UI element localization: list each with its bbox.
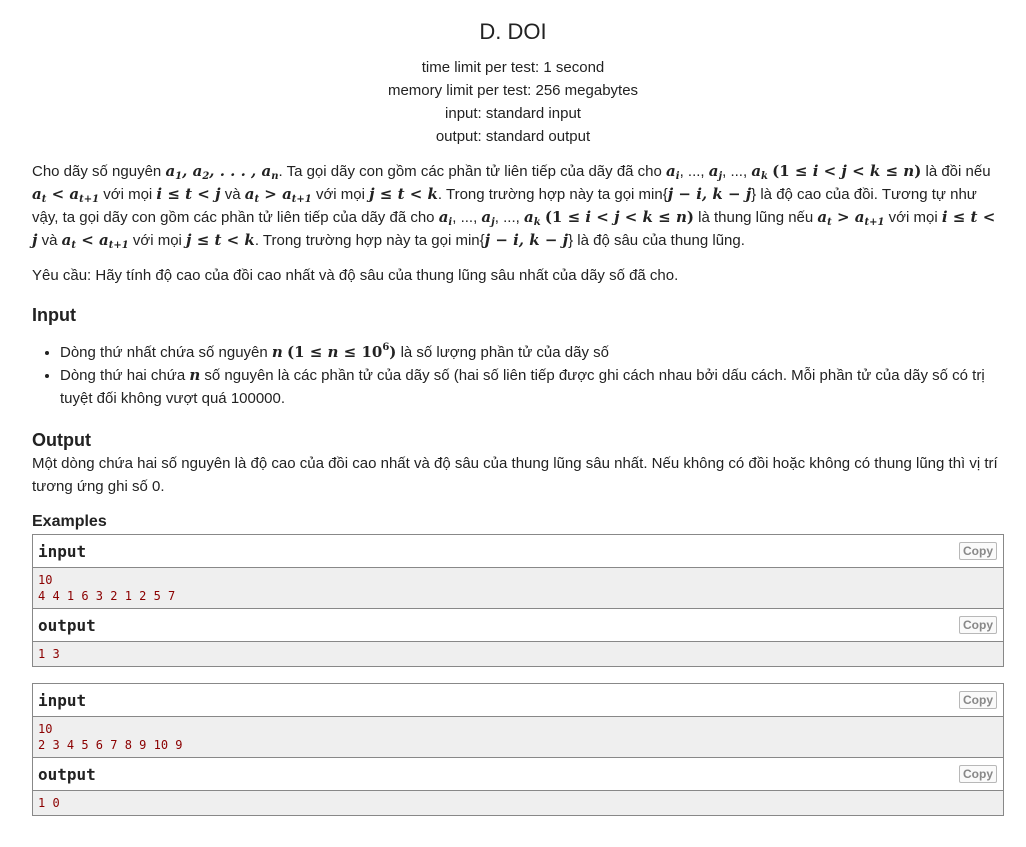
time-limit: time limit per test: 1 second bbox=[421, 59, 605, 76]
problem-content: Cho dãy số nguyên a1, a2, . . . , an. Ta… bbox=[32, 160, 1004, 816]
request-paragraph: Yêu cầu: Hãy tính độ cao của đồi cao nhấ… bbox=[32, 267, 679, 284]
sample-tests: Examples input Copy 10 4 4 1 6 3 2 1 2 5… bbox=[32, 512, 1004, 816]
example-2: input Copy 10 2 3 4 5 6 7 8 9 10 9 outpu… bbox=[32, 683, 1004, 816]
memory-limit: memory limit per test: 256 megabytes bbox=[387, 82, 639, 99]
copy-input-button[interactable]: Copy bbox=[959, 691, 997, 709]
input-label: input bbox=[38, 691, 87, 710]
input-header: input Copy bbox=[33, 684, 1003, 717]
output-label: output bbox=[38, 616, 96, 635]
input-list: Dòng thứ nhất chứa số nguyên n (1 ≤ n ≤ … bbox=[32, 341, 1000, 410]
output-header: output Copy bbox=[33, 758, 1003, 791]
problem-page: D. DOI time limit per test: 1 second mem… bbox=[0, 0, 1026, 847]
problem-header: D. DOI time limit per test: 1 second mem… bbox=[0, 0, 1026, 148]
statement-paragraph: Cho dãy số nguyên a1, a2, . . . , an. Ta… bbox=[32, 162, 996, 251]
input-label: input bbox=[38, 542, 87, 561]
sample-input: 10 2 3 4 5 6 7 8 9 10 9 bbox=[33, 717, 1003, 758]
sample-output: 1 3 bbox=[33, 642, 1003, 666]
list-item: Dòng thứ hai chứa n số nguyên là các phầ… bbox=[60, 364, 1000, 410]
input-header: input Copy bbox=[33, 535, 1003, 568]
list-item: Dòng thứ nhất chứa số nguyên n (1 ≤ n ≤ … bbox=[60, 341, 1000, 364]
problem-statement: Cho dãy số nguyên a1, a2, . . . , an. Ta… bbox=[32, 160, 1000, 287]
output-header: output Copy bbox=[33, 609, 1003, 642]
sample-output: 1 0 bbox=[33, 791, 1003, 815]
sample-input: 10 4 4 1 6 3 2 1 2 5 7 bbox=[33, 568, 1003, 609]
copy-output-button[interactable]: Copy bbox=[959, 765, 997, 783]
examples-title: Examples bbox=[32, 513, 107, 530]
output-description: Một dòng chứa hai số nguyên là độ cao củ… bbox=[32, 455, 998, 495]
output-file: output: standard output bbox=[435, 128, 591, 145]
output-label: output bbox=[38, 765, 96, 784]
input-section-title: Input bbox=[32, 305, 76, 325]
copy-input-button[interactable]: Copy bbox=[959, 542, 997, 560]
input-specification: Input Dòng thứ nhất chứa số nguyên n (1 … bbox=[32, 303, 1000, 410]
output-section-title: Output bbox=[32, 430, 91, 450]
problem-title: D. DOI bbox=[479, 19, 547, 44]
example-1: input Copy 10 4 4 1 6 3 2 1 2 5 7 output… bbox=[32, 534, 1004, 667]
output-specification: Output Một dòng chứa hai số nguyên là độ… bbox=[32, 428, 1000, 498]
input-file: input: standard input bbox=[445, 105, 581, 122]
copy-output-button[interactable]: Copy bbox=[959, 616, 997, 634]
